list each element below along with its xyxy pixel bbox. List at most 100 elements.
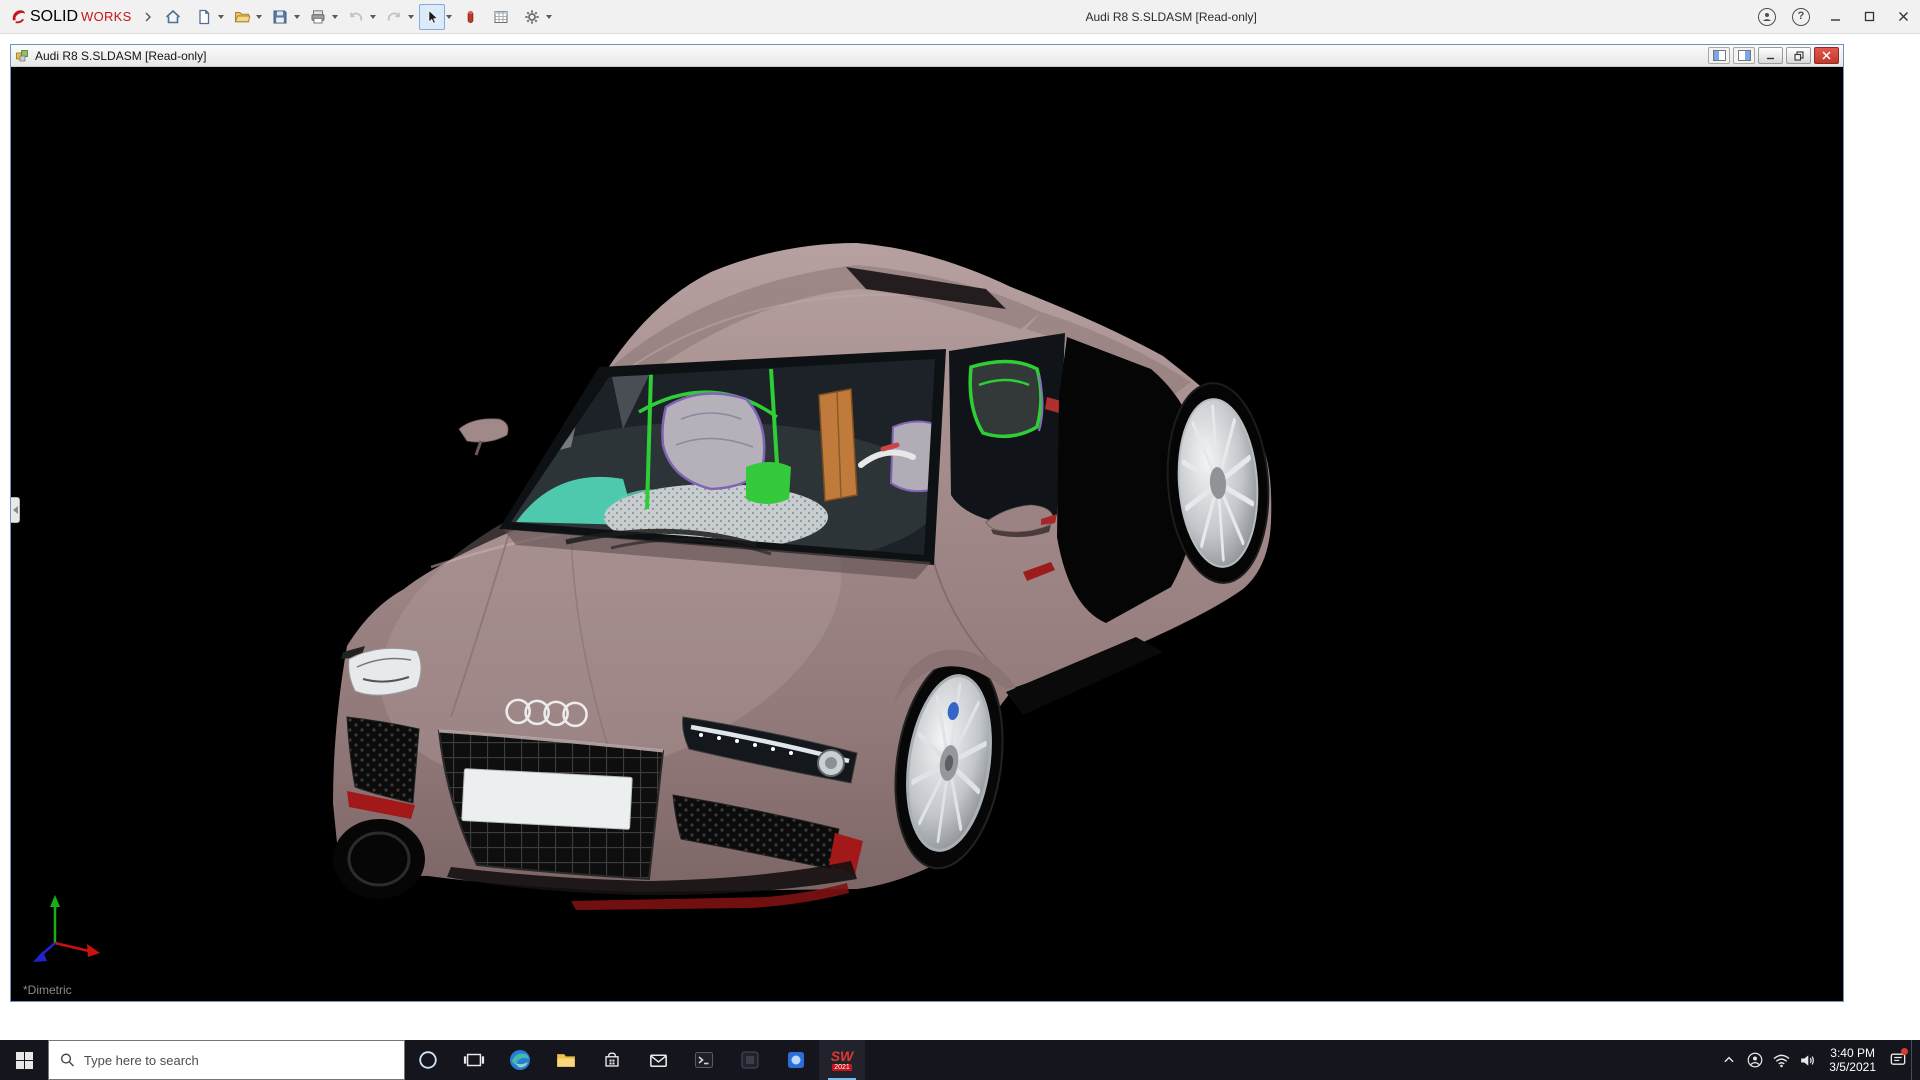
taskbar-file-explorer[interactable] [543, 1040, 589, 1080]
open-dropdown[interactable] [255, 14, 262, 19]
print-button[interactable] [305, 4, 338, 30]
tray-clock[interactable]: 3:40 PM 3/5/2021 [1820, 1046, 1885, 1074]
doc-close-icon [1822, 51, 1831, 60]
document-title-bar[interactable]: Audi R8 S.SLDASM [Read-only] [11, 45, 1843, 67]
save-dropdown[interactable] [293, 14, 300, 19]
volume-icon[interactable] [1794, 1040, 1820, 1080]
windows-logo-icon [15, 1051, 33, 1069]
graphics-viewport[interactable]: *Dimetric [11, 67, 1843, 1001]
new-document-icon [198, 9, 209, 24]
component-tool-button[interactable] [457, 4, 483, 30]
doc-minimize-button[interactable] [1758, 47, 1783, 64]
split-right-icon [1737, 50, 1751, 61]
user-account-icon[interactable] [1758, 7, 1776, 26]
open-button[interactable] [229, 4, 262, 30]
car-3d-render [333, 243, 1272, 910]
redo-dropdown[interactable] [407, 14, 414, 19]
undo-button[interactable] [343, 4, 376, 30]
license-plate[interactable] [461, 768, 633, 830]
action-center-button[interactable] [1885, 1040, 1911, 1080]
taskbar-app-dark[interactable] [727, 1040, 773, 1080]
print-icon [311, 9, 325, 23]
edge-icon [510, 1050, 530, 1070]
new-document-dropdown[interactable] [217, 14, 224, 19]
select-tool-button[interactable] [418, 3, 452, 30]
speaker-icon [1800, 1054, 1814, 1066]
help-glyph: ? [1797, 10, 1805, 22]
taskbar-search-box[interactable] [48, 1040, 405, 1080]
open-folder-icon [234, 11, 251, 22]
taskbar-cortana[interactable] [405, 1040, 451, 1080]
network-wifi-icon[interactable] [1768, 1040, 1794, 1080]
system-tray: 3:40 PM 3/5/2021 [1716, 1040, 1920, 1080]
taskbar-solidworks[interactable]: SW 2021 [819, 1040, 865, 1080]
view-orientation-label: *Dimetric [23, 983, 72, 997]
taskbar-terminal[interactable] [681, 1040, 727, 1080]
solidworks-app-icon: SW [830, 1048, 854, 1064]
taskbar-mail[interactable] [635, 1040, 681, 1080]
doc-restore-icon [1793, 50, 1804, 61]
show-desktop-button[interactable] [1911, 1040, 1917, 1080]
undo-dropdown[interactable] [369, 14, 376, 19]
feature-tree-flyout-handle[interactable] [11, 496, 20, 523]
hidden-icons-button[interactable] [1716, 1040, 1742, 1080]
windshield[interactable] [481, 349, 946, 579]
taskbar-store[interactable] [589, 1040, 635, 1080]
app-maximize-button[interactable] [1852, 0, 1886, 33]
app-title: Audi R8 S.SLDASM [Read-only] [1085, 9, 1257, 24]
start-button[interactable] [0, 1040, 48, 1080]
contact-icon [1747, 1052, 1763, 1068]
new-document-button[interactable] [191, 4, 224, 30]
options-button[interactable] [519, 4, 552, 30]
home-button[interactable] [160, 4, 186, 30]
window-layout-icon-1[interactable] [1708, 47, 1730, 64]
window-layout-icon-2[interactable] [1733, 47, 1755, 64]
select-dropdown[interactable] [445, 14, 452, 19]
wifi-icon [1773, 1054, 1790, 1067]
front-right-wheel[interactable] [333, 819, 425, 899]
mail-icon [649, 1053, 667, 1067]
chevron-up-icon [1724, 1056, 1734, 1063]
maximize-icon [1864, 11, 1874, 22]
save-icon [273, 10, 287, 23]
terminal-icon [695, 1052, 713, 1068]
headlight-left[interactable] [341, 646, 422, 696]
orientation-triad[interactable] [25, 891, 105, 975]
tray-contact-icon[interactable] [1742, 1040, 1768, 1080]
doc-close-button[interactable] [1814, 47, 1839, 64]
taskbar-app-blue[interactable] [773, 1040, 819, 1080]
doc-restore-button[interactable] [1786, 47, 1811, 64]
ds-logo-icon [12, 10, 26, 24]
options-dropdown[interactable] [545, 14, 552, 19]
design-table-button[interactable] [488, 4, 514, 30]
split-left-icon [1712, 50, 1726, 61]
document-window: Audi R8 S.SLDASM [Read-only] *Dimetric [10, 44, 1844, 1002]
dark-app-icon [741, 1051, 759, 1069]
intake-left[interactable] [346, 716, 420, 819]
taskbar-task-view[interactable] [451, 1040, 497, 1080]
redo-button[interactable] [381, 4, 414, 30]
store-icon [605, 1052, 619, 1067]
help-icon[interactable]: ? [1792, 7, 1810, 26]
y-axis-arrow [50, 895, 60, 907]
tray-time: 3:40 PM [1830, 1046, 1875, 1060]
tray-date: 3/5/2021 [1829, 1060, 1876, 1074]
toolbar-expand-icon[interactable] [144, 12, 152, 22]
mirror-left[interactable] [458, 418, 509, 456]
windows-taskbar: SW 2021 [0, 1040, 1920, 1080]
front-grille[interactable] [437, 729, 665, 881]
save-button[interactable] [267, 4, 300, 30]
blue-app-icon [788, 1052, 804, 1068]
solidworks-version-badge: 2021 [832, 1064, 852, 1071]
select-arrow-icon [428, 9, 438, 24]
search-input[interactable] [83, 1052, 393, 1068]
minimize-icon [1830, 19, 1840, 21]
document-title: Audi R8 S.SLDASM [Read-only] [35, 48, 207, 63]
flyout-arrow-icon [12, 505, 18, 514]
taskbar-edge[interactable] [497, 1040, 543, 1080]
task-view-icon [463, 1053, 485, 1067]
side-window[interactable] [949, 333, 1065, 523]
app-minimize-button[interactable] [1818, 0, 1852, 33]
print-dropdown[interactable] [331, 14, 338, 19]
app-close-button[interactable] [1886, 0, 1920, 33]
